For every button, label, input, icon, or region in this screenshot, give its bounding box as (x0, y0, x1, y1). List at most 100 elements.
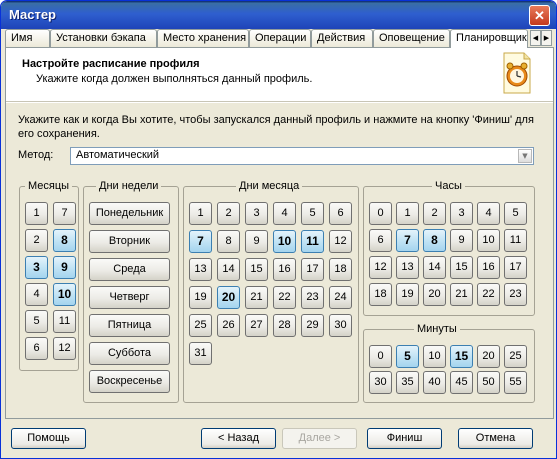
hour-button-13[interactable]: 13 (396, 256, 419, 279)
month-day-button-29[interactable]: 29 (301, 314, 324, 337)
hour-button-16[interactable]: 16 (477, 256, 500, 279)
month-button-8[interactable]: 8 (53, 229, 76, 252)
hour-button-14[interactable]: 14 (423, 256, 446, 279)
month-day-button-1[interactable]: 1 (189, 202, 212, 225)
weekday-button-5[interactable]: Пятница (89, 314, 170, 337)
month-day-button-10[interactable]: 10 (273, 230, 296, 253)
hour-button-8[interactable]: 8 (423, 229, 446, 252)
month-button-1[interactable]: 1 (25, 202, 48, 225)
title-bar[interactable]: Мастер ✕ (1, 1, 556, 29)
cancel-button[interactable]: Отмена (458, 428, 533, 449)
month-button-7[interactable]: 7 (53, 202, 76, 225)
hour-button-15[interactable]: 15 (450, 256, 473, 279)
month-day-button-3[interactable]: 3 (245, 202, 268, 225)
month-day-button-6[interactable]: 6 (329, 202, 352, 225)
month-button-3[interactable]: 3 (25, 256, 48, 279)
tab-storage[interactable]: Место хранения (157, 29, 249, 47)
month-button-2[interactable]: 2 (25, 229, 48, 252)
hour-button-22[interactable]: 22 (477, 283, 500, 306)
month-button-9[interactable]: 9 (53, 256, 76, 279)
hour-button-23[interactable]: 23 (504, 283, 527, 306)
month-day-button-14[interactable]: 14 (217, 258, 240, 281)
month-day-button-16[interactable]: 16 (273, 258, 296, 281)
minute-button-50[interactable]: 50 (477, 371, 500, 394)
minute-button-40[interactable]: 40 (423, 371, 446, 394)
hour-button-1[interactable]: 1 (396, 202, 419, 225)
month-day-button-17[interactable]: 17 (301, 258, 324, 281)
tab-backup-settings[interactable]: Установки бэкапа (50, 29, 157, 47)
month-day-button-22[interactable]: 22 (273, 286, 296, 309)
minute-button-45[interactable]: 45 (450, 371, 473, 394)
minute-button-25[interactable]: 25 (504, 345, 527, 368)
tab-name[interactable]: Имя (5, 29, 50, 47)
hour-button-10[interactable]: 10 (477, 229, 500, 252)
month-day-button-31[interactable]: 31 (189, 342, 212, 365)
tab-scroll-left-icon[interactable]: ◀ (530, 30, 541, 46)
minute-button-15[interactable]: 15 (450, 345, 473, 368)
tab-scroll-right-icon[interactable]: ▶ (541, 30, 552, 46)
weekday-button-1[interactable]: Понедельник (89, 202, 170, 225)
month-day-button-18[interactable]: 18 (329, 258, 352, 281)
hour-button-6[interactable]: 6 (369, 229, 392, 252)
month-day-button-25[interactable]: 25 (189, 314, 212, 337)
minute-button-20[interactable]: 20 (477, 345, 500, 368)
minute-button-0[interactable]: 0 (369, 345, 392, 368)
method-select[interactable]: Автоматический ▼ (70, 147, 534, 165)
close-button[interactable]: ✕ (529, 5, 550, 26)
hour-button-0[interactable]: 0 (369, 202, 392, 225)
tab-notification[interactable]: Оповещение (373, 29, 450, 47)
hour-button-18[interactable]: 18 (369, 283, 392, 306)
month-button-5[interactable]: 5 (25, 310, 48, 333)
hour-button-9[interactable]: 9 (450, 229, 473, 252)
hour-button-3[interactable]: 3 (450, 202, 473, 225)
month-button-6[interactable]: 6 (25, 337, 48, 360)
hour-button-7[interactable]: 7 (396, 229, 419, 252)
month-day-button-20[interactable]: 20 (217, 286, 240, 309)
month-day-button-4[interactable]: 4 (273, 202, 296, 225)
month-day-button-30[interactable]: 30 (329, 314, 352, 337)
minute-button-5[interactable]: 5 (396, 345, 419, 368)
hour-button-12[interactable]: 12 (369, 256, 392, 279)
month-button-12[interactable]: 12 (53, 337, 76, 360)
minute-button-10[interactable]: 10 (423, 345, 446, 368)
minute-button-30[interactable]: 30 (369, 371, 392, 394)
month-button-10[interactable]: 10 (53, 283, 76, 306)
hour-button-19[interactable]: 19 (396, 283, 419, 306)
hour-button-4[interactable]: 4 (477, 202, 500, 225)
month-day-button-27[interactable]: 27 (245, 314, 268, 337)
month-day-button-11[interactable]: 11 (301, 230, 324, 253)
month-button-11[interactable]: 11 (53, 310, 76, 333)
tab-scheduler[interactable]: Планировщик (450, 29, 528, 48)
help-button[interactable]: Помощь (11, 428, 86, 449)
month-day-button-13[interactable]: 13 (189, 258, 212, 281)
month-day-button-7[interactable]: 7 (189, 230, 212, 253)
month-day-button-21[interactable]: 21 (245, 286, 268, 309)
month-day-button-8[interactable]: 8 (217, 230, 240, 253)
weekday-button-4[interactable]: Четверг (89, 286, 170, 309)
month-day-button-28[interactable]: 28 (273, 314, 296, 337)
month-button-4[interactable]: 4 (25, 283, 48, 306)
month-day-button-19[interactable]: 19 (189, 286, 212, 309)
hour-button-2[interactable]: 2 (423, 202, 446, 225)
month-day-button-2[interactable]: 2 (217, 202, 240, 225)
weekday-button-7[interactable]: Воскресенье (89, 370, 170, 393)
month-day-button-23[interactable]: 23 (301, 286, 324, 309)
month-day-button-24[interactable]: 24 (329, 286, 352, 309)
month-day-button-15[interactable]: 15 (245, 258, 268, 281)
back-button[interactable]: < Назад (201, 428, 276, 449)
hour-button-11[interactable]: 11 (504, 229, 527, 252)
weekday-button-6[interactable]: Суббота (89, 342, 170, 365)
chevron-down-icon[interactable]: ▼ (518, 149, 532, 163)
month-day-button-5[interactable]: 5 (301, 202, 324, 225)
minute-button-35[interactable]: 35 (396, 371, 419, 394)
tab-operations[interactable]: Операции (249, 29, 311, 47)
weekday-button-3[interactable]: Среда (89, 258, 170, 281)
tab-actions[interactable]: Действия (311, 29, 373, 47)
hour-button-17[interactable]: 17 (504, 256, 527, 279)
month-day-button-26[interactable]: 26 (217, 314, 240, 337)
month-day-button-9[interactable]: 9 (245, 230, 268, 253)
hour-button-20[interactable]: 20 (423, 283, 446, 306)
hour-button-5[interactable]: 5 (504, 202, 527, 225)
month-day-button-12[interactable]: 12 (329, 230, 352, 253)
hour-button-21[interactable]: 21 (450, 283, 473, 306)
